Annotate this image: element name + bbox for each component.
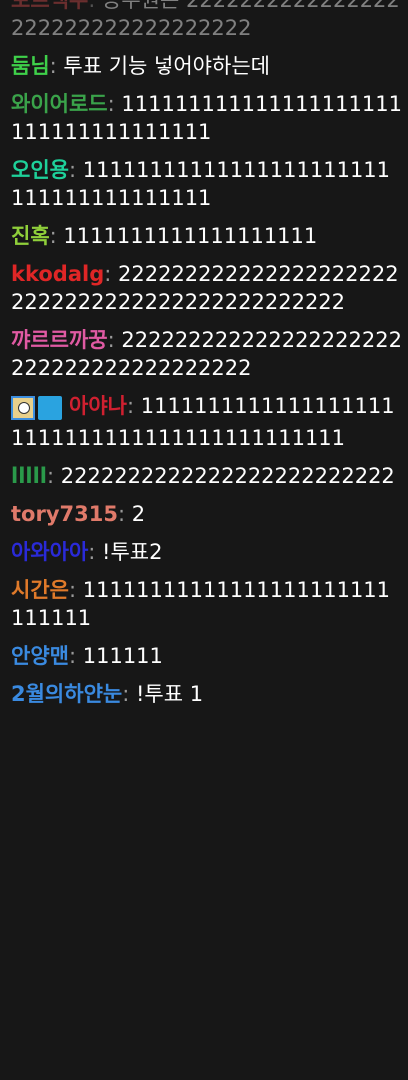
- crown-badge-icon: [38, 396, 62, 420]
- chat-text: 111111: [82, 644, 163, 668]
- chat-message: 아와아아: !투표2: [11, 538, 402, 566]
- chat-username[interactable]: 시간은: [11, 578, 69, 602]
- chat-username[interactable]: 진혹: [11, 224, 50, 248]
- chat-separator: :: [68, 158, 83, 182]
- chat-text: 투표 기능 넣어야하는데: [63, 54, 270, 78]
- chat-message: tory7315: 2: [11, 500, 402, 528]
- skull-badge-icon: [11, 396, 35, 420]
- chat-message: 오인용: 11111111111111111111111111111111111…: [11, 156, 402, 212]
- chat-username[interactable]: tory7315: [11, 502, 118, 526]
- chat-message-list[interactable]: 토르백수: 공무원은 22222222222222222222222222222…: [0, 0, 408, 718]
- chat-username[interactable]: kkodalg: [11, 262, 104, 286]
- user-badges: [11, 396, 65, 424]
- chat-message: 아야나: 11111111111111111111111111111111111…: [11, 392, 402, 452]
- chat-separator: :: [49, 54, 64, 78]
- chat-message: 2월의하얀눈: !투표 1: [11, 680, 402, 708]
- chat-username[interactable]: 아와아아: [11, 540, 88, 564]
- chat-separator: :: [68, 644, 83, 668]
- chat-separator: :: [104, 262, 118, 286]
- chat-username[interactable]: 와이어로드: [11, 92, 108, 116]
- chat-text: 1111111111111111111: [63, 224, 318, 248]
- chat-message: 둠님: 투표 기능 넣어야하는데: [11, 52, 402, 80]
- chat-separator: :: [47, 464, 61, 488]
- chat-text: !투표 1: [135, 682, 204, 706]
- chat-username[interactable]: 둠님: [11, 54, 50, 78]
- chat-separator: :: [122, 682, 136, 706]
- chat-separator: :: [107, 328, 122, 352]
- chat-username[interactable]: 꺄르르까꿍: [11, 328, 108, 352]
- chat-separator: :: [107, 92, 122, 116]
- chat-message: 안양맨: 111111: [11, 642, 402, 670]
- chat-text: 2: [131, 502, 146, 526]
- chat-message: 꺄르르까꿍: 222222222222222222222222222222222…: [11, 326, 402, 382]
- chat-username[interactable]: lllll: [11, 464, 47, 488]
- chat-message: lllll: 2222222222222222222222222: [11, 462, 402, 490]
- chat-username[interactable]: 오인용: [11, 158, 69, 182]
- chat-message: 시간은: 11111111111111111111111111111: [11, 576, 402, 632]
- chat-message: 토르백수: 공무원은 22222222222222222222222222222…: [11, 0, 402, 42]
- chat-separator: :: [49, 224, 64, 248]
- chat-message: kkodalg: 2222222222222222222222222222222…: [11, 260, 402, 316]
- chat-separator: :: [88, 0, 103, 12]
- chat-separator: :: [88, 540, 103, 564]
- chat-message: 진혹: 1111111111111111111: [11, 222, 402, 250]
- chat-text: 2222222222222222222222222: [60, 464, 395, 488]
- chat-separator: :: [126, 394, 141, 418]
- chat-username[interactable]: 안양맨: [11, 644, 69, 668]
- chat-message: 와이어로드: 111111111111111111111111111111111…: [11, 90, 402, 146]
- chat-separator: :: [68, 578, 83, 602]
- chat-username[interactable]: 아야나: [69, 394, 127, 418]
- chat-text: !투표2: [102, 540, 163, 564]
- chat-username[interactable]: 토르백수: [11, 0, 88, 12]
- chat-username[interactable]: 2월의하얀눈: [11, 682, 122, 706]
- chat-separator: :: [117, 502, 132, 526]
